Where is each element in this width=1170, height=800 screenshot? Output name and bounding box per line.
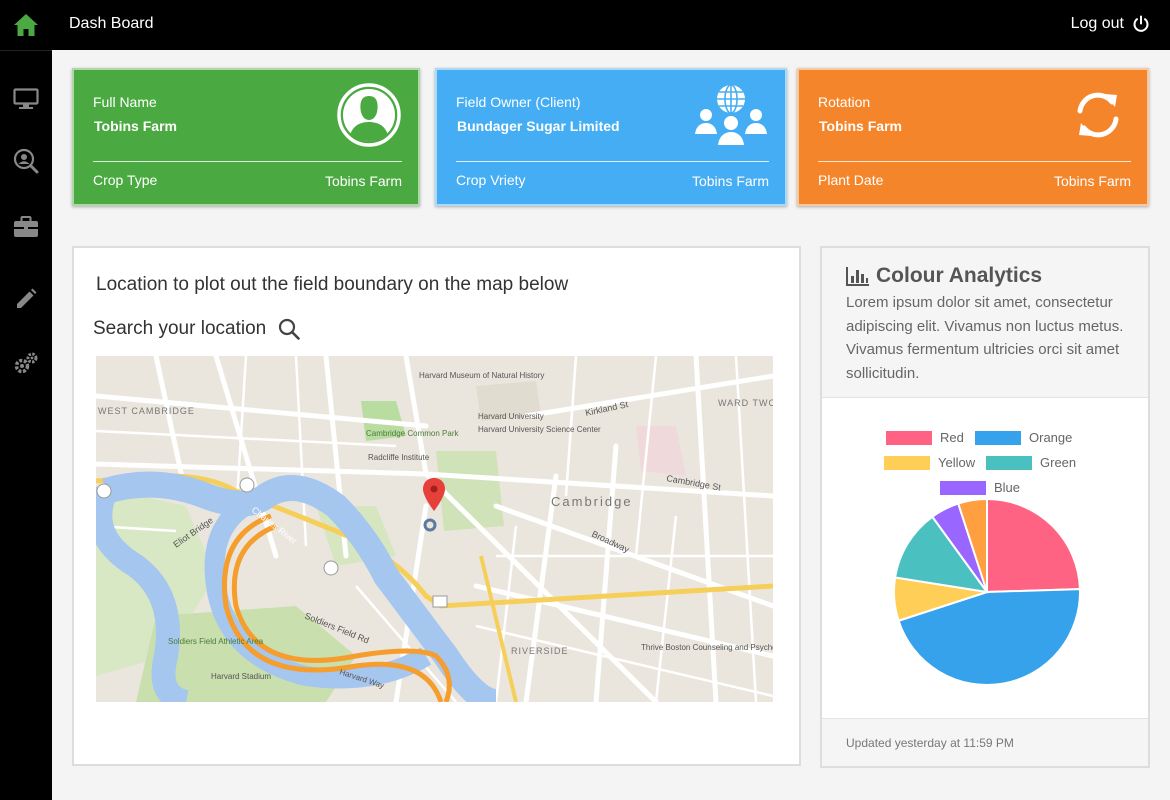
search-icon — [279, 318, 301, 340]
card-divider — [93, 161, 402, 162]
analytics-title: Colour Analytics — [846, 264, 1042, 288]
briefcase-icon — [14, 216, 38, 237]
map-panel: Location to plot out the field boundary … — [72, 246, 801, 766]
legend-item-orange[interactable]: Orange — [975, 430, 1072, 445]
legend-swatch — [940, 480, 986, 495]
analytics-title-text: Colour Analytics — [876, 264, 1043, 287]
sidebar-item-edit[interactable] — [12, 285, 40, 313]
map-label-soldiers-field-athletic: Soldiers Field Athletic Area — [168, 637, 264, 646]
pie-slice-red[interactable] — [986, 498, 1081, 594]
card-bottom-label: Plant Date — [818, 172, 884, 188]
legend-item-yellow[interactable]: Yellow — [884, 455, 975, 470]
analytics-header: Colour Analytics Lorem ipsum dolor sit a… — [822, 248, 1148, 398]
sidebar — [0, 50, 52, 800]
sidebar-item-monitor[interactable] — [12, 85, 40, 113]
user-search-icon — [13, 148, 39, 174]
search-label: Search your location — [93, 318, 267, 339]
legend-label: Green — [1040, 455, 1077, 470]
pencil-icon — [17, 288, 37, 308]
legend-label: Yellow — [938, 455, 976, 470]
map-label-riverside: RIVERSIDE — [511, 646, 569, 656]
pie-chart — [893, 498, 1081, 686]
card-value: Tobins Farm — [819, 118, 902, 134]
sidebar-item-briefcase[interactable] — [12, 213, 40, 241]
card-label: Field Owner (Client) — [456, 94, 581, 110]
map-label-harvard-university: Harvard University — [478, 412, 544, 421]
legend-item-green[interactable]: Green — [986, 455, 1076, 470]
analytics-panel: Colour Analytics Lorem ipsum dolor sit a… — [820, 246, 1150, 768]
analytics-description: Lorem ipsum dolor sit amet, consectetur … — [846, 294, 1124, 382]
power-icon — [1133, 15, 1149, 32]
sidebar-item-settings[interactable] — [12, 349, 40, 377]
logout-button[interactable]: Log out — [1071, 15, 1150, 33]
bar-chart-icon — [846, 267, 869, 286]
map-label-thrive: Thrive Boston Counseling and Psychothera… — [641, 643, 773, 652]
legend-swatch — [886, 430, 932, 445]
legend-swatch — [986, 455, 1032, 470]
map-label-radcliffe: Radcliffe Institute — [368, 453, 430, 462]
top-bar: Dash Board Log out — [0, 0, 1170, 50]
card-divider — [456, 161, 769, 162]
card-label: Rotation — [818, 94, 871, 110]
card-full-name: Full Name Tobins Farm Crop Type Tobins F… — [72, 68, 420, 206]
map-label-west-cambridge: WEST CAMBRIDGE — [98, 406, 195, 416]
map-heading: Location to plot out the field boundary … — [96, 274, 569, 295]
sidebar-item-user-search[interactable] — [12, 147, 40, 175]
map-label-cambridge-common: Cambridge Common Park — [366, 429, 459, 438]
card-rotation: Rotation Tobins Farm Plant Date Tobins F… — [797, 68, 1149, 206]
map-label-harvard-science: Harvard University Science Center — [478, 425, 601, 434]
card-label: Full Name — [93, 94, 157, 110]
card-bottom-value: Tobins Farm — [1053, 173, 1131, 189]
analytics-updated-text: Updated yesterday at 11:59 PM — [846, 736, 1014, 750]
monitor-icon — [13, 88, 39, 109]
card-value: Bundager Sugar Limited — [457, 118, 620, 134]
legend-swatch — [975, 430, 1021, 445]
home-button[interactable] — [0, 0, 52, 50]
map-label-harvard-museum: Harvard Museum of Natural History — [419, 371, 544, 380]
map-label-harvard-stadium: Harvard Stadium — [211, 672, 271, 681]
card-bottom-label: Crop Type — [93, 172, 158, 188]
map-label-cambridge: Cambridge — [551, 494, 633, 509]
legend-label: Orange — [1029, 430, 1073, 445]
global-team-icon — [693, 82, 769, 148]
map-canvas[interactable]: Cambridge Charles River Soldiers Field R… — [96, 356, 773, 702]
home-icon — [14, 14, 38, 36]
gears-icon — [14, 352, 38, 374]
card-bottom-value: Tobins Farm — [691, 173, 769, 189]
app-title: Dash Board — [69, 15, 154, 32]
search-location-button[interactable]: Search your location — [93, 318, 301, 340]
card-bottom-value: Tobins Farm — [324, 173, 402, 189]
card-divider — [818, 161, 1131, 162]
logout-label: Log out — [1070, 15, 1124, 32]
user-avatar-icon — [336, 82, 402, 148]
legend-swatch — [884, 455, 930, 470]
card-bottom-label: Crop Vriety — [456, 172, 526, 188]
card-value: Tobins Farm — [94, 118, 177, 134]
refresh-icon — [1065, 82, 1131, 148]
legend-label: Blue — [994, 480, 1021, 495]
legend-label: Red — [940, 430, 964, 445]
analytics-footer: Updated yesterday at 11:59 PM — [822, 718, 1148, 766]
card-field-owner: Field Owner (Client) Bundager Sugar Limi… — [435, 68, 787, 206]
legend-item-red[interactable]: Red — [886, 430, 964, 445]
legend-item-blue[interactable]: Blue — [940, 480, 1020, 495]
map-graphic: Cambridge Charles River Soldiers Field R… — [96, 356, 773, 702]
map-label-ward-two: WARD TWO — [718, 398, 773, 408]
